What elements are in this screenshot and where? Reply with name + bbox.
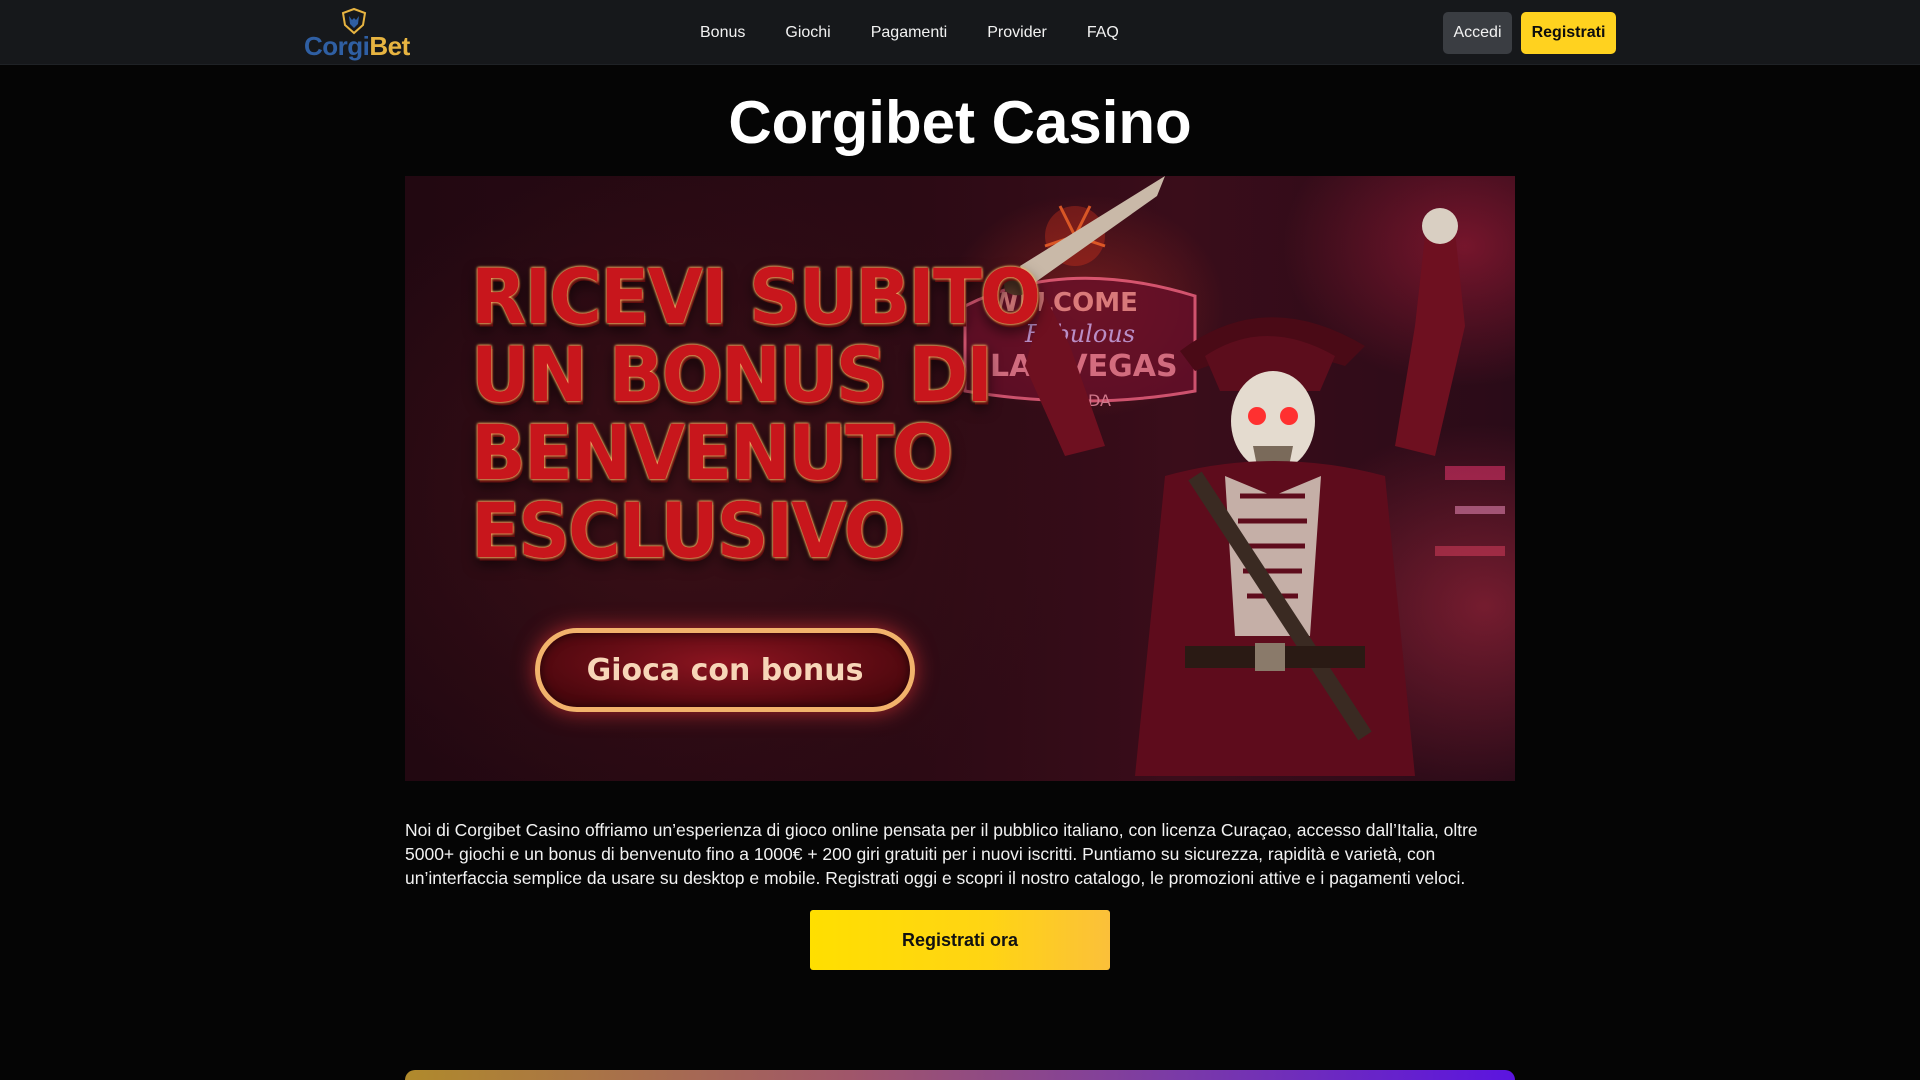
register-button[interactable]: Registrati [1521, 12, 1616, 54]
play-with-bonus-button[interactable]: Gioca con bonus [535, 628, 915, 712]
login-button[interactable]: Accedi [1443, 12, 1512, 54]
headline-line: BENVENUTO [471, 408, 953, 498]
banner-headline: RICEVI SUBITO UN BONUS DI BENVENUTO ESCL… [471, 252, 1041, 572]
headline-line: RICEVI SUBITO [471, 252, 1041, 342]
svg-text:LAS VEGAS: LAS VEGAS [990, 349, 1178, 384]
nav-provider[interactable]: Provider [987, 24, 1047, 42]
site-header: CorgiBet Bonus Giochi Pagamenti Provider… [0, 0, 1920, 65]
nav-bonus[interactable]: Bonus [700, 24, 745, 42]
nav-pagamenti[interactable]: Pagamenti [871, 24, 948, 42]
register-now-button[interactable]: Registrati ora [810, 910, 1110, 970]
logo-text: CorgiBet [304, 31, 410, 61]
logo[interactable]: CorgiBet [303, 7, 413, 61]
next-section-banner [405, 1070, 1515, 1080]
pirate-skeleton-figure [1004, 176, 1465, 776]
main-nav: Bonus Giochi Pagamenti Provider FAQ [700, 0, 1159, 65]
headline-line: UN BONUS DI [471, 330, 993, 420]
headline-line: ESCLUSIVO [471, 486, 905, 576]
promo-banner[interactable]: WELCOME Fabulous LAS VEGAS NEVADA [405, 176, 1515, 781]
nav-giochi[interactable]: Giochi [785, 24, 830, 42]
page-title: Corgibet Casino [728, 89, 1192, 156]
intro-text: Noi di Corgibet Casino offriamo un’esper… [405, 820, 1478, 888]
nav-faq[interactable]: FAQ [1087, 24, 1119, 42]
